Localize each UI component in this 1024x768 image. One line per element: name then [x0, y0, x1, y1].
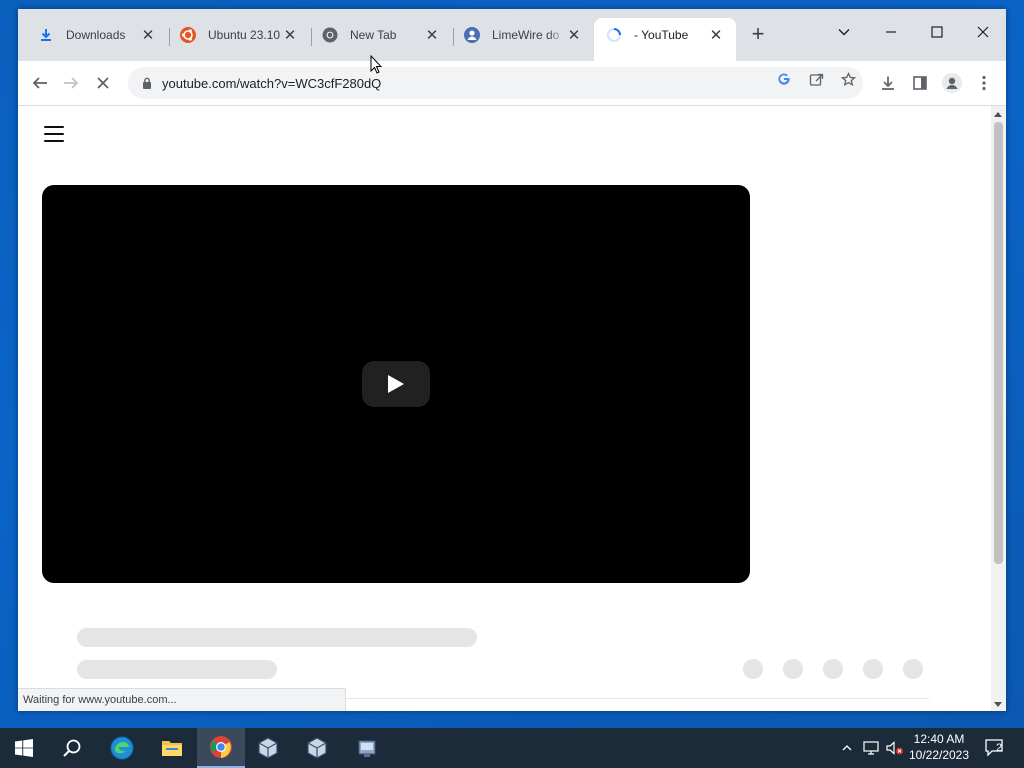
app-icon[interactable]	[343, 728, 391, 768]
close-tab-icon[interactable]: ✕	[282, 26, 298, 44]
network-icon[interactable]	[860, 728, 882, 768]
tab-title: LimeWire do	[492, 28, 560, 42]
ubuntu-icon	[180, 27, 196, 43]
scrollbar[interactable]	[991, 106, 1006, 711]
limewire-icon	[464, 27, 480, 43]
subtitle-skeleton	[77, 660, 277, 679]
action-skeleton	[743, 659, 763, 679]
virtualbox-icon[interactable]	[244, 728, 292, 768]
action-skeleton	[823, 659, 843, 679]
action-skeleton	[863, 659, 883, 679]
volume-muted-icon[interactable]	[884, 728, 906, 768]
scroll-up-arrow[interactable]	[994, 112, 1002, 117]
edge-icon[interactable]	[98, 728, 146, 768]
notification-count: 2	[996, 742, 1003, 754]
loading-icon	[606, 27, 622, 43]
share-icon[interactable]	[804, 67, 828, 91]
forward-button[interactable]	[59, 71, 83, 95]
virtualbox-icon[interactable]	[293, 728, 341, 768]
downloads-icon[interactable]	[876, 71, 900, 95]
file-explorer-icon[interactable]	[148, 728, 196, 768]
download-icon	[38, 27, 54, 43]
taskbar: 12:40 AM 10/22/2023 2	[0, 728, 1024, 768]
page-content	[18, 106, 991, 711]
scroll-down-arrow[interactable]	[994, 702, 1002, 707]
minimize-button[interactable]	[877, 21, 905, 45]
tab-downloads[interactable]: Downloads ✕	[26, 18, 168, 52]
browser-toolbar: youtube.com/watch?v=WC3cfF280dQ	[18, 61, 1006, 106]
close-tab-icon[interactable]: ✕	[708, 26, 724, 44]
notification-center-icon[interactable]: 2	[980, 728, 1010, 768]
start-icon[interactable]	[0, 728, 48, 768]
lock-icon	[140, 77, 154, 89]
close-tab-icon[interactable]: ✕	[566, 26, 582, 44]
close-window-button[interactable]	[969, 21, 997, 45]
search-icon[interactable]	[48, 728, 96, 768]
tab-title: - YouTube	[634, 28, 689, 42]
action-skeleton	[783, 659, 803, 679]
url-text: youtube.com/watch?v=WC3cfF280dQ	[162, 75, 382, 91]
chrome-icon	[322, 27, 338, 43]
maximize-button[interactable]	[923, 21, 951, 45]
title-skeleton	[77, 628, 477, 647]
desktop-icon-stub[interactable]	[0, 140, 18, 172]
play-button[interactable]	[362, 361, 430, 407]
video-player[interactable]	[42, 185, 750, 583]
stop-loading-button[interactable]	[91, 71, 115, 95]
tab-new-tab[interactable]: New Tab ✕	[310, 18, 452, 52]
tab-title: Downloads	[66, 28, 126, 42]
chrome-icon[interactable]	[197, 728, 245, 768]
system-clock[interactable]: 12:40 AM 10/22/2023	[906, 731, 972, 763]
clock-time: 12:40 AM	[913, 732, 965, 746]
chrome-window: Downloads ✕ Ubuntu 23.10 ✕ New Tab ✕ Lim…	[18, 9, 1006, 711]
tab-strip: Downloads ✕ Ubuntu 23.10 ✕ New Tab ✕ Lim…	[18, 9, 1006, 61]
status-bar: Waiting for www.youtube.com...	[18, 688, 346, 711]
new-tab-button[interactable]: +	[748, 23, 768, 45]
tab-youtube[interactable]: - YouTube ✕	[594, 18, 736, 61]
tab-search-icon[interactable]	[830, 21, 858, 45]
tab-title: New Tab	[350, 28, 397, 42]
more-menu-icon[interactable]	[972, 71, 996, 95]
tab-title: Ubuntu 23.10	[208, 28, 281, 42]
tab-ubuntu[interactable]: Ubuntu 23.10 ✕	[168, 18, 310, 52]
mouse-cursor-icon	[370, 54, 383, 77]
back-button[interactable]	[28, 71, 52, 95]
google-lens-icon[interactable]	[772, 67, 796, 91]
scroll-thumb[interactable]	[994, 122, 1003, 564]
show-hidden-icons[interactable]	[838, 728, 856, 768]
close-tab-icon[interactable]: ✕	[140, 26, 156, 44]
address-bar[interactable]: youtube.com/watch?v=WC3cfF280dQ	[128, 67, 863, 99]
bookmark-star-icon[interactable]	[836, 67, 860, 91]
side-panel-icon[interactable]	[908, 71, 932, 95]
profile-avatar-icon[interactable]	[940, 71, 964, 95]
hamburger-menu-icon[interactable]	[44, 126, 64, 147]
action-skeleton	[903, 659, 923, 679]
clock-date: 10/22/2023	[908, 748, 970, 762]
close-tab-icon[interactable]: ✕	[424, 26, 440, 44]
tab-limewire[interactable]: LimeWire do ✕	[452, 18, 594, 52]
